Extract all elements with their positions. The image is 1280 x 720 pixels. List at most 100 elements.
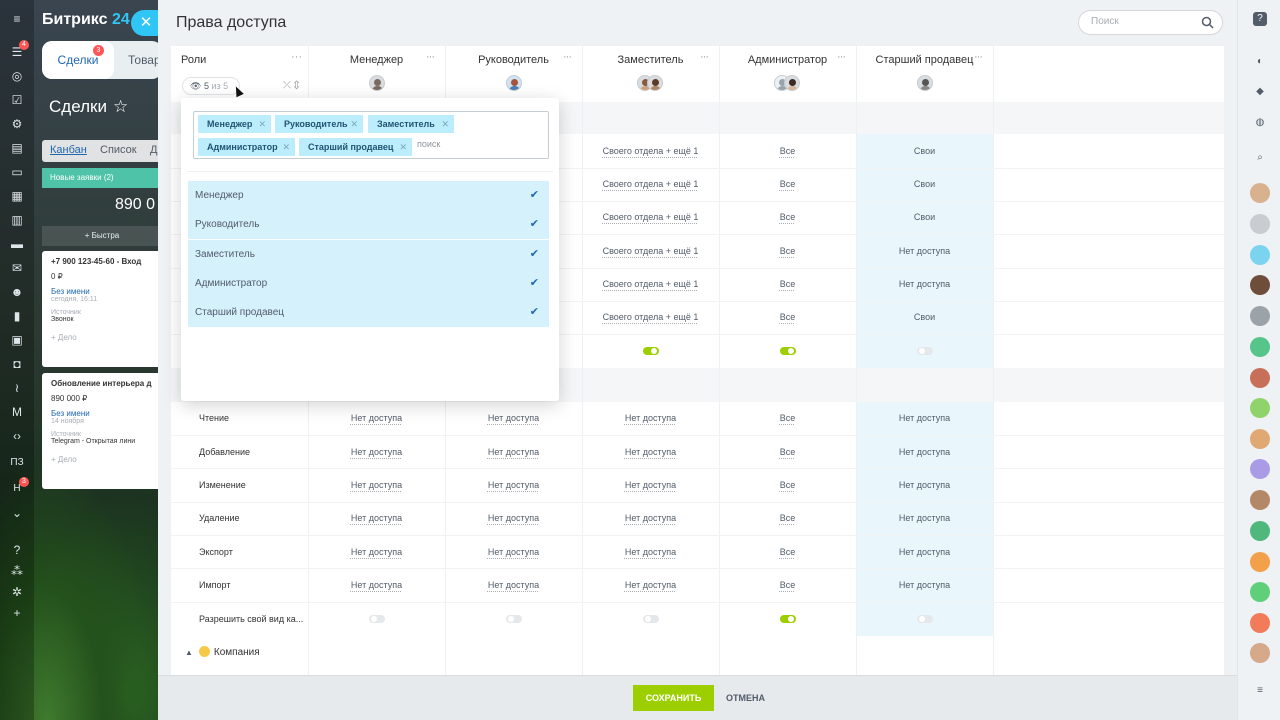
phone-avatar[interactable] <box>1250 337 1270 357</box>
permission-cell[interactable]: Все <box>719 413 856 423</box>
messenger-icon[interactable]: ◍ <box>1253 116 1267 130</box>
chat-avatar[interactable] <box>1250 398 1270 418</box>
tag-search-input[interactable] <box>417 139 477 149</box>
permission-cell[interactable]: Нет доступа <box>582 447 719 457</box>
tag-remove-icon[interactable]: ✕ <box>282 138 290 156</box>
permission-cell[interactable]: Нет доступа <box>582 480 719 490</box>
portal-logo[interactable]: Битрикс 24 <box>42 11 130 29</box>
mail-icon[interactable]: ✉ <box>9 260 25 276</box>
role-option[interactable]: Заместитель ✔ <box>188 240 549 269</box>
tag-selector[interactable]: Менеджер ✕ Руководитель ✕ Заместитель ✕ Адм… <box>193 111 549 159</box>
tag-remove-icon[interactable]: ✕ <box>258 115 266 133</box>
view-kanban[interactable]: Канбан <box>50 144 87 156</box>
permission-cell[interactable]: Все <box>719 246 856 256</box>
deal-add-activity[interactable]: + Дело <box>51 333 153 342</box>
tag-item[interactable]: Заместитель ✕ <box>368 115 454 133</box>
permission-cell[interactable]: Нет доступа <box>582 513 719 523</box>
deal-client[interactable]: Без имени <box>51 409 153 418</box>
column-menu-icon[interactable]: ··· <box>837 51 846 63</box>
deal-card[interactable]: +7 900 123-45-60 - Вход 0 ₽ Без имени се… <box>42 251 158 367</box>
permission-cell[interactable]: Нет доступа <box>856 580 993 590</box>
target-icon[interactable]: ◎ <box>9 68 25 84</box>
crm-icon[interactable]: ⚙ <box>9 116 25 132</box>
settings-icon[interactable]: ✲ <box>9 584 25 600</box>
permission-cell[interactable]: Нет доступа <box>856 447 993 457</box>
list-icon[interactable]: ≡ <box>1253 684 1267 698</box>
permission-cell[interactable]: Нет доступа <box>582 580 719 590</box>
tasks-icon[interactable]: ☑ <box>9 92 25 108</box>
permission-cell[interactable]: Свои <box>856 146 993 156</box>
toggle-switch[interactable] <box>917 347 933 355</box>
help-icon[interactable]: ? <box>1253 12 1267 26</box>
code-icon[interactable]: ‹› <box>9 428 25 444</box>
permission-cell[interactable]: Все <box>719 513 856 523</box>
news-icon[interactable]: ▤ <box>9 140 25 156</box>
permission-cell[interactable]: Нет доступа <box>856 480 993 490</box>
permission-cell[interactable]: Нет доступа <box>856 413 993 423</box>
permission-cell[interactable]: Нет доступа <box>856 513 993 523</box>
deal-add-activity[interactable]: + Дело <box>51 455 153 464</box>
permission-cell[interactable]: Все <box>719 447 856 457</box>
tag-item[interactable]: Менеджер ✕ <box>198 115 271 133</box>
permission-cell[interactable]: Своего отдела + ещё 1 <box>582 179 719 189</box>
permission-cell[interactable]: Нет доступа <box>308 580 445 590</box>
permission-cell[interactable]: Нет доступа <box>445 480 582 490</box>
search-icon[interactable] <box>1201 16 1214 29</box>
avatar[interactable] <box>1250 429 1270 449</box>
toggle-switch[interactable] <box>506 615 522 623</box>
tag-item[interactable]: Старший продавец ✕ <box>299 138 412 156</box>
docs-icon[interactable]: ▥ <box>9 212 25 228</box>
reports-icon[interactable]: ▮ <box>9 308 25 324</box>
calendar-icon[interactable]: ▦ <box>9 188 25 204</box>
tab-goods[interactable]: Товар <box>128 41 158 79</box>
permission-cell[interactable]: Свои <box>856 212 993 222</box>
permission-cell[interactable]: Все <box>719 547 856 557</box>
permission-cell[interactable]: Своего отдела + ещё 1 <box>582 146 719 156</box>
permission-cell[interactable]: Нет доступа <box>445 513 582 523</box>
tag-item[interactable]: Руководитель ✕ <box>275 115 363 133</box>
permission-cell[interactable]: Нет доступа <box>308 547 445 557</box>
phone-avatar[interactable] <box>1250 459 1270 479</box>
permission-cell[interactable]: Нет доступа <box>582 547 719 557</box>
view-other[interactable]: Д <box>150 144 157 156</box>
bell-icon[interactable]: ◆ <box>1253 85 1267 99</box>
toggle-switch[interactable] <box>917 615 933 623</box>
toggle-switch[interactable] <box>369 615 385 623</box>
role-option[interactable]: Администратор ✔ <box>188 269 549 298</box>
permission-cell[interactable]: Свои <box>856 179 993 189</box>
deal-client[interactable]: Без имени <box>51 287 153 296</box>
permission-cell[interactable]: Нет доступа <box>308 480 445 490</box>
cancel-button[interactable]: ОТМЕНА <box>718 685 773 711</box>
contacts-icon[interactable]: ☻ <box>9 284 25 300</box>
sites-icon[interactable]: ▣ <box>9 332 25 348</box>
permission-cell[interactable]: Своего отдела + ещё 1 <box>582 312 719 322</box>
contact-avatar[interactable] <box>1250 552 1270 572</box>
permission-cell[interactable]: Своего отдела + ещё 1 <box>582 279 719 289</box>
permission-cell[interactable]: Нет доступа <box>856 246 993 256</box>
permission-cell[interactable]: Все <box>719 146 856 156</box>
avatar[interactable] <box>1250 306 1270 326</box>
save-button[interactable]: СОХРАНИТЬ <box>633 685 714 711</box>
market-icon[interactable]: M <box>9 404 25 420</box>
permission-cell[interactable]: Нет доступа <box>308 447 445 457</box>
quick-add-button[interactable]: + Быстра <box>42 226 158 246</box>
toggle-switch[interactable] <box>780 347 796 355</box>
store-icon[interactable]: ◘ <box>9 356 25 372</box>
toggle-switch[interactable] <box>643 347 659 355</box>
section-company[interactable]: ▲ Компания <box>185 646 260 658</box>
more-icon[interactable]: ⌄ <box>9 505 25 521</box>
tag-remove-icon[interactable]: ✕ <box>441 115 449 133</box>
avatar[interactable] <box>1250 490 1270 510</box>
collapse-icon[interactable]: ⤫ ⇳ <box>283 80 299 91</box>
permission-cell[interactable]: Все <box>719 179 856 189</box>
column-menu-icon[interactable]: ··· <box>426 51 435 63</box>
search-icon[interactable]: ⌕ <box>1253 151 1267 165</box>
chat-avatar[interactable] <box>1250 245 1270 265</box>
nav-item-pz[interactable]: ПЗ <box>9 455 25 471</box>
permission-cell[interactable]: Своего отдела + ещё 1 <box>582 246 719 256</box>
phone-avatar[interactable] <box>1250 521 1270 541</box>
star-icon[interactable]: ☆ <box>113 97 128 117</box>
deal-card[interactable]: Обновление интерьера д 890 000 ₽ Без име… <box>42 373 158 489</box>
chat-icon[interactable]: ▭ <box>9 164 25 180</box>
permission-cell[interactable]: Своего отдела + ещё 1 <box>582 212 719 222</box>
